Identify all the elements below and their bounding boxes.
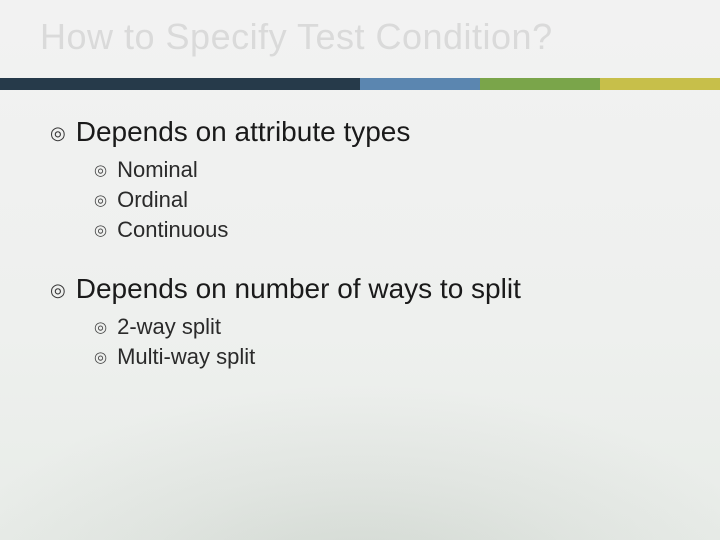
bullet-level2: ◎ Continuous [94,217,680,243]
list-item-text: Continuous [117,217,228,243]
accent-seg-green [480,78,600,90]
bullet-icon: ◎ [94,318,107,336]
sub-list: ◎ Nominal ◎ Ordinal ◎ Continuous [94,157,680,243]
section-heading: Depends on number of ways to split [76,273,521,305]
accent-seg-yellow [600,78,720,90]
list-item-text: Nominal [117,157,198,183]
list-item-text: Ordinal [117,187,188,213]
accent-seg-dark [0,78,360,90]
bullet-icon: ◎ [94,348,107,366]
slide-body: ◎ Depends on attribute types ◎ Nominal ◎… [50,110,680,400]
bullet-level1: ◎ Depends on attribute types [50,116,680,149]
title-area: How to Specify Test Condition? [0,16,720,58]
bullet-icon: ◎ [94,161,107,179]
slide: How to Specify Test Condition? ◎ Depends… [0,0,720,540]
slide-title: How to Specify Test Condition? [0,16,720,58]
bullet-icon: ◎ [94,221,107,239]
bullet-level2: ◎ Multi-way split [94,344,680,370]
sub-list: ◎ 2-way split ◎ Multi-way split [94,314,680,370]
accent-seg-blue [360,78,480,90]
bullet-level2: ◎ 2-way split [94,314,680,340]
list-item-text: Multi-way split [117,344,255,370]
bullet-level2: ◎ Nominal [94,157,680,183]
bullet-level1: ◎ Depends on number of ways to split [50,273,680,306]
bullet-icon: ◎ [94,191,107,209]
bullet-level2: ◎ Ordinal [94,187,680,213]
section-heading: Depends on attribute types [76,116,411,148]
accent-bar [0,78,720,90]
bullet-icon: ◎ [50,119,66,147]
bullet-icon: ◎ [50,276,66,304]
list-item-text: 2-way split [117,314,221,340]
